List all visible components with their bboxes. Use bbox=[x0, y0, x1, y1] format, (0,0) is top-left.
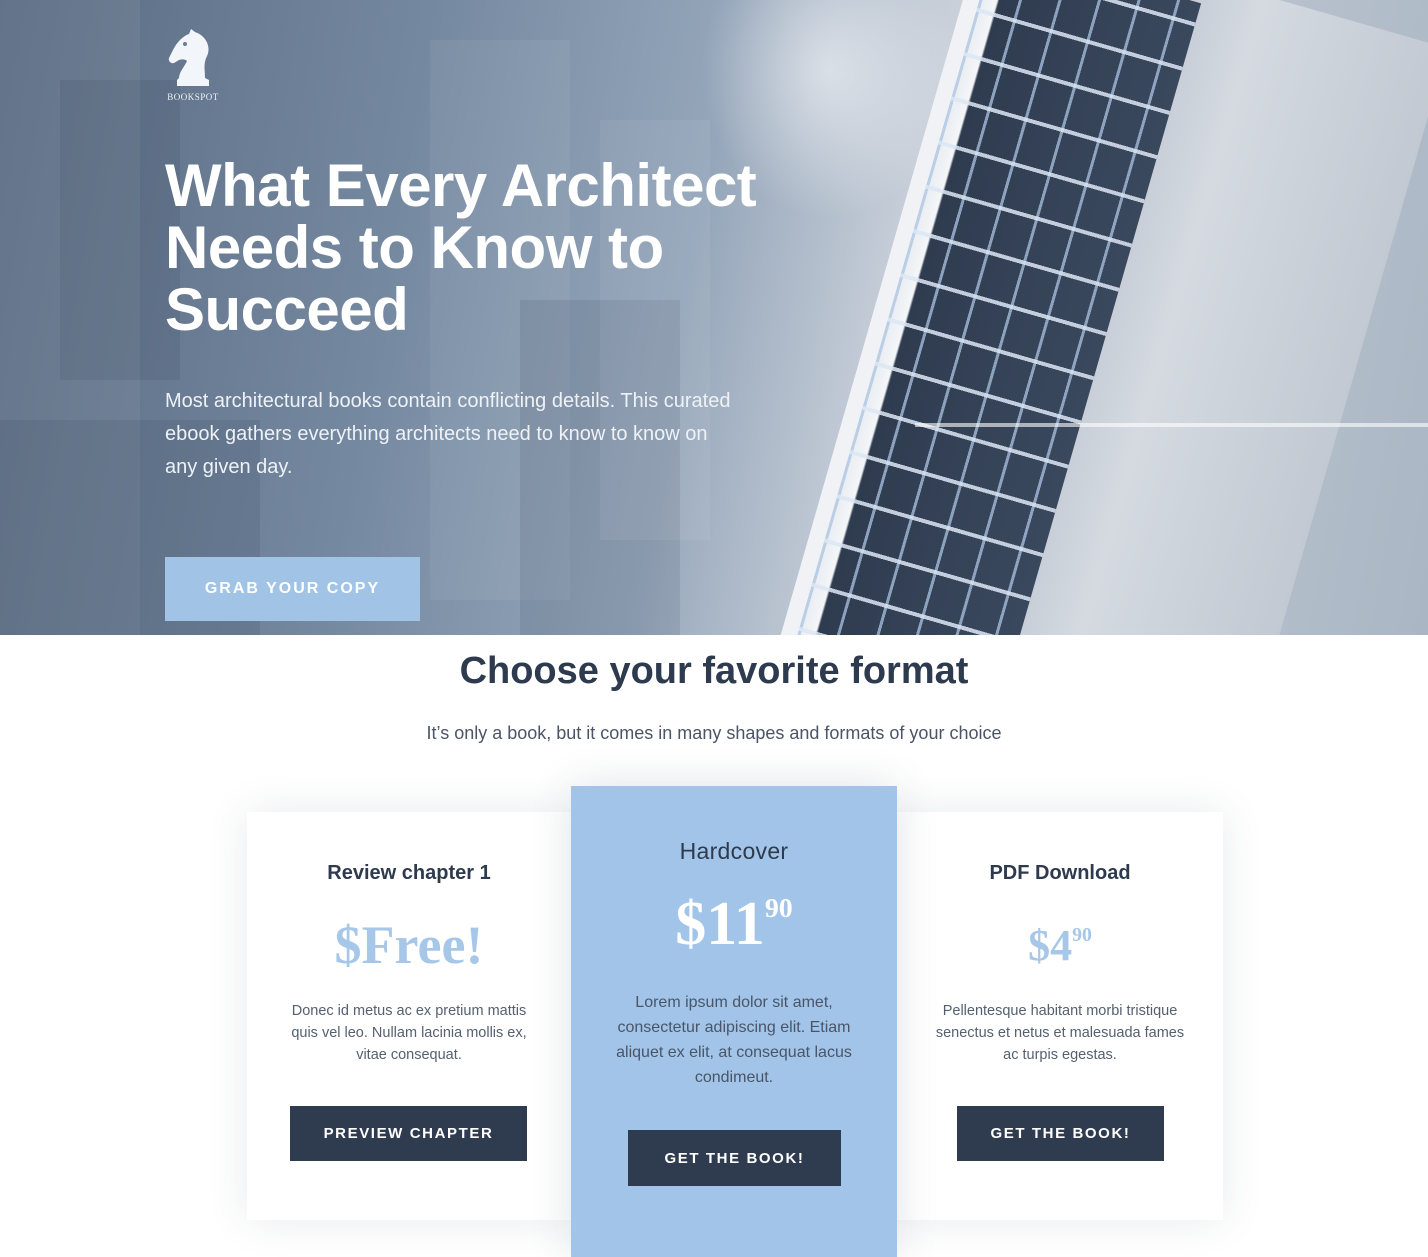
hero-section: BOOKSPOT What Every Architect Needs to K… bbox=[0, 0, 1428, 635]
price-main: $Free! bbox=[334, 915, 484, 975]
price-cents: 90 bbox=[1072, 924, 1092, 946]
formats-subtitle: It’s only a book, but it comes in many s… bbox=[426, 723, 1002, 743]
chess-knight-icon bbox=[168, 29, 209, 86]
card-price: $Free! bbox=[247, 914, 571, 976]
price-main: $11 bbox=[675, 890, 765, 958]
preview-chapter-button[interactable]: PREVIEW CHAPTER bbox=[290, 1106, 527, 1161]
card-price: $490 bbox=[897, 920, 1223, 971]
format-card-pdf: PDF Download $490 Pellentesque habitant … bbox=[897, 812, 1223, 1220]
formats-title: Choose your favorite format bbox=[459, 650, 969, 692]
brand-logo[interactable]: BOOKSPOT bbox=[162, 28, 224, 108]
format-card-hardcover: Hardcover $1190 Lorem ipsum dolor sit am… bbox=[571, 786, 897, 1257]
card-description: Pellentesque habitant morbi tristique se… bbox=[935, 1003, 1185, 1063]
card-title: Hardcover bbox=[679, 838, 789, 864]
price-cents: 90 bbox=[764, 893, 793, 924]
hero-title: What Every Architect Needs to Know to Su… bbox=[165, 152, 757, 343]
grab-your-copy-button[interactable]: GRAB YOUR COPY bbox=[165, 557, 420, 621]
get-the-book-hardcover-button[interactable]: GET THE BOOK! bbox=[628, 1130, 841, 1186]
brand-logo-text: BOOKSPOT bbox=[167, 92, 219, 102]
format-card-review: Review chapter 1 $Free! Donec id metus a… bbox=[247, 812, 571, 1220]
price-main: $4 bbox=[1028, 921, 1073, 970]
card-description: Lorem ipsum dolor sit amet, consectetur … bbox=[616, 994, 852, 1086]
card-price: $1190 bbox=[571, 889, 897, 960]
get-the-book-pdf-button[interactable]: GET THE BOOK! bbox=[957, 1106, 1164, 1161]
card-title: Review chapter 1 bbox=[327, 862, 491, 884]
hero-description: Most architectural books contain conflic… bbox=[165, 390, 731, 478]
card-title: PDF Download bbox=[989, 862, 1131, 884]
card-description: Donec id metus ac ex pretium mattis quis… bbox=[291, 1003, 527, 1063]
